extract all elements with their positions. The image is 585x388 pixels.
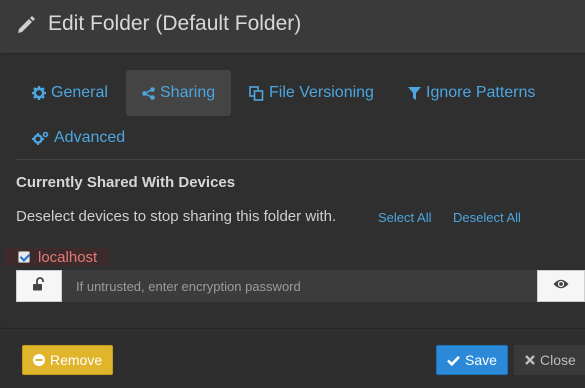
device-name: localhost <box>38 248 98 266</box>
tab-file-versioning-label: File Versioning <box>269 84 374 101</box>
tab-general[interactable]: General <box>16 70 124 116</box>
copy-icon <box>249 85 264 101</box>
tab-sharing[interactable]: Sharing <box>126 70 231 116</box>
tab-file-versioning[interactable]: File Versioning <box>233 70 390 116</box>
tab-ignore-patterns[interactable]: Ignore Patterns <box>392 70 551 116</box>
sharing-help-text: Deselect devices to stop sharing this fo… <box>16 208 337 225</box>
tabs-divider <box>16 159 585 160</box>
encryption-password-input[interactable] <box>62 270 537 302</box>
eye-icon <box>553 277 569 295</box>
tab-advanced-label: Advanced <box>54 129 126 146</box>
device-checkbox[interactable] <box>18 251 30 263</box>
device-row[interactable]: localhost <box>4 248 109 266</box>
gear-icon <box>32 86 46 100</box>
show-password-button[interactable] <box>537 270 585 302</box>
deselect-all-link[interactable]: Deselect All <box>453 210 521 225</box>
close-icon <box>525 355 535 365</box>
share-icon <box>142 86 155 100</box>
close-label: Close <box>540 352 576 368</box>
save-button[interactable]: Save <box>436 345 508 375</box>
modal-body: General Sharing File Versioning Ignore P… <box>2 55 585 327</box>
tab-general-label: General <box>51 84 108 101</box>
close-button[interactable]: Close <box>514 345 585 375</box>
tab-ignore-patterns-label: Ignore Patterns <box>426 84 536 101</box>
save-label: Save <box>465 352 497 368</box>
pencil-icon <box>16 14 36 34</box>
modal-title: Edit Folder (Default Folder) <box>48 12 302 35</box>
filter-icon <box>408 86 421 100</box>
remove-label: Remove <box>50 352 103 368</box>
tab-sharing-label: Sharing <box>160 84 216 101</box>
minus-circle-icon <box>33 354 45 366</box>
unlock-icon <box>32 276 46 296</box>
section-title: Currently Shared With Devices <box>16 174 236 191</box>
gears-icon <box>32 131 49 146</box>
modal-header: Edit Folder (Default Folder) <box>0 0 585 54</box>
remove-button[interactable]: Remove <box>22 345 114 375</box>
check-icon <box>447 355 460 366</box>
select-all-link[interactable]: Select All <box>378 210 431 225</box>
unlock-button[interactable] <box>16 270 62 302</box>
tab-advanced[interactable]: Advanced <box>16 115 141 161</box>
modal-footer: Remove Save Close <box>0 328 585 388</box>
encryption-password-group <box>16 270 585 302</box>
